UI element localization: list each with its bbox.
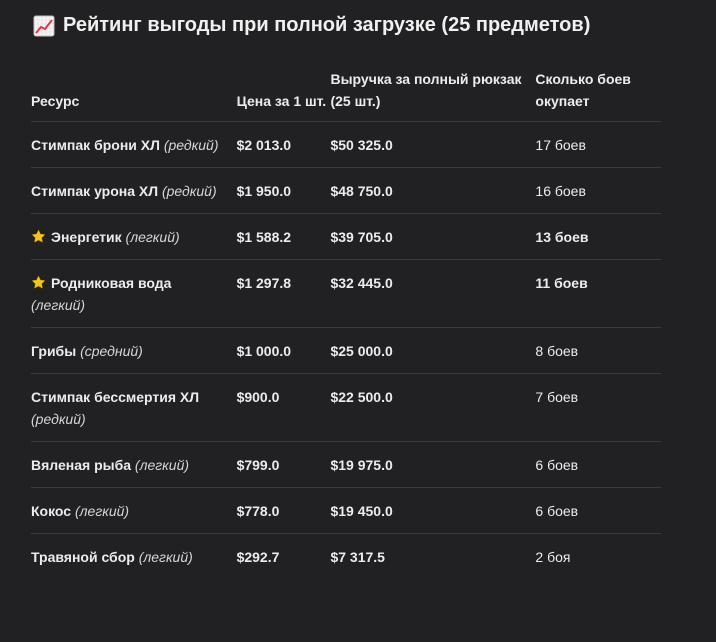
column-header-resource: Ресурс <box>31 64 237 122</box>
resource-cell: Грибы (средний) <box>31 327 237 374</box>
revenue-cell: $25 000.0 <box>330 327 536 374</box>
resource-cell: Вяленая рыба (легкий) <box>31 441 237 488</box>
column-header-price: Цена за 1 шт. <box>236 64 331 122</box>
revenue-cell: $39 705.0 <box>330 213 536 260</box>
table-row: Травяной сбор (легкий) $292.7 $7 317.5 2 бо… <box>31 534 661 580</box>
price-cell: $1 588.2 <box>236 213 331 260</box>
battles-cell: 2 боя <box>535 549 571 565</box>
battles-cell: 13 боев <box>535 213 661 260</box>
price-cell: $1 000.0 <box>236 327 331 374</box>
chart-increasing-icon <box>33 15 55 36</box>
table-row: Стимпак брони ХЛ (редкий) $2 013.0 $50 325… <box>31 121 661 168</box>
page-title: Рейтинг выгоды при полной загрузке (25 п… <box>33 14 590 37</box>
resource-cell: Родниковая вода (легкий) <box>31 259 237 328</box>
battles-cell: 8 боев <box>535 327 661 374</box>
resource-name: Кокос <box>31 503 72 519</box>
resource-rarity: (легкий) <box>31 297 86 313</box>
battles-cell: 16 боев <box>535 167 661 214</box>
revenue-cell: $7 317.5 <box>330 549 385 565</box>
revenue-cell: $19 450.0 <box>330 487 536 534</box>
price-cell: $2 013.0 <box>236 121 331 168</box>
resource-rarity: (редкий) <box>161 183 217 199</box>
revenue-cell: $32 445.0 <box>330 259 536 328</box>
resource-cell: Энергетик (легкий) <box>31 213 237 260</box>
battles-cell: 11 боев <box>535 259 661 328</box>
resource-name: Стимпак бессмертия ХЛ <box>31 389 200 405</box>
battles-cell: 6 боев <box>535 441 661 488</box>
resource-cell: Стимпак брони ХЛ (редкий) <box>31 121 237 168</box>
table-row: Грибы (средний) $1 000.0 $25 000.0 8 боев <box>31 327 661 374</box>
page-title-text: Рейтинг выгоды при полной загрузке (25 п… <box>63 14 591 36</box>
resource-rarity: (легкий) <box>74 503 130 519</box>
resource-cell: Стимпак бессмертия ХЛ (редкий) <box>31 373 237 442</box>
revenue-cell: $19 975.0 <box>330 441 536 488</box>
battles-cell: 6 боев <box>535 487 661 534</box>
column-header-revenue: Выручка за полный рюкзак (25 шт.) <box>330 64 536 122</box>
resource-cell: Стимпак урона ХЛ (редкий) <box>31 167 237 214</box>
resource-rarity: (легкий) <box>134 457 190 473</box>
resource-rarity: (легкий) <box>138 549 193 565</box>
star-icon <box>31 275 46 289</box>
price-cell: $1 950.0 <box>236 167 331 214</box>
battles-cell: 17 боев <box>535 121 661 168</box>
table-row: Энергетик (легкий) $1 588.2 $39 705.0 13 бо… <box>31 213 661 260</box>
price-cell: $292.7 <box>236 549 280 565</box>
resource-name: Грибы <box>31 343 77 359</box>
table-row: Кокос (легкий) $778.0 $19 450.0 6 боев <box>31 487 661 534</box>
resource-name: Стимпак брони ХЛ <box>31 137 160 153</box>
resource-name: Вяленая рыба <box>31 457 132 473</box>
revenue-cell: $48 750.0 <box>330 167 536 214</box>
table-row: Стимпак урона ХЛ (редкий) $1 950.0 $48 750… <box>31 167 661 214</box>
battles-cell: 7 боев <box>535 373 661 442</box>
resource-rarity: (редкий) <box>31 411 86 427</box>
table-header-row: Ресурс Цена за 1 шт. Выручка за полный р… <box>31 64 661 122</box>
resource-cell: Кокос (легкий) <box>31 487 237 534</box>
resource-name: Энергетик <box>51 229 122 245</box>
revenue-cell: $22 500.0 <box>330 373 536 442</box>
price-cell: $1 297.8 <box>236 259 331 328</box>
table-body: Стимпак брони ХЛ (редкий) $2 013.0 $50 325… <box>31 121 661 580</box>
table-row: Вяленая рыба (легкий) $799.0 $19 975.0 6 бо… <box>31 441 661 488</box>
resource-rarity: (средний) <box>80 343 143 359</box>
price-cell: $778.0 <box>236 487 331 534</box>
table-row: Родниковая вода (легкий) $1 297.8 $32 445.… <box>31 259 661 328</box>
resource-cell: Травяной сбор (легкий) <box>31 534 237 580</box>
resource-rarity: (редкий) <box>163 137 219 153</box>
resource-rarity: (легкий) <box>125 229 180 245</box>
table-row: Стимпак бессмертия ХЛ (редкий) $900.0 $22 … <box>31 373 661 442</box>
profit-table: Ресурс Цена за 1 шт. Выручка за полный р… <box>31 64 661 579</box>
resource-name: Стимпак урона ХЛ <box>31 183 159 199</box>
price-cell: $900.0 <box>236 373 331 442</box>
resource-name: Родниковая вода <box>51 275 172 291</box>
price-cell: $799.0 <box>236 441 331 488</box>
column-header-battles: Сколько боев окупает <box>535 64 661 122</box>
star-icon <box>31 229 46 243</box>
resource-name: Травяной сбор <box>31 549 135 565</box>
revenue-cell: $50 325.0 <box>330 121 536 168</box>
